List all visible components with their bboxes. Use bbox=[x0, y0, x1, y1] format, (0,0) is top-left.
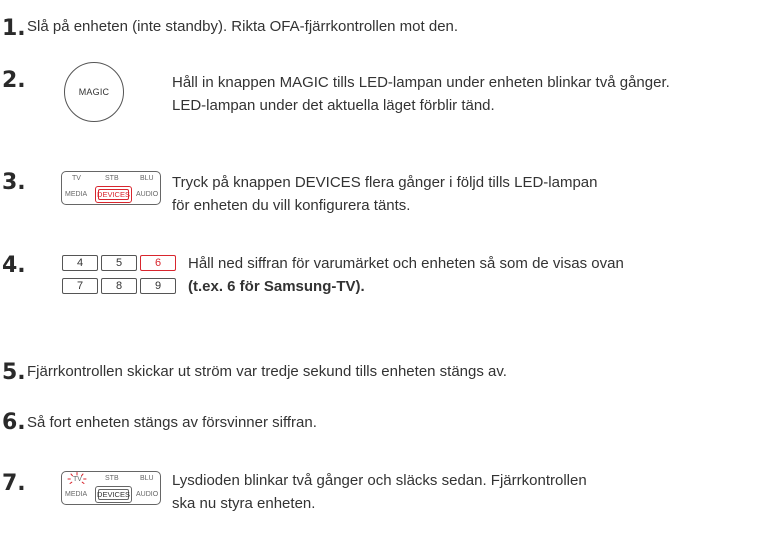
step-3-number: 3. bbox=[2, 170, 26, 195]
step-7-number: 7. bbox=[2, 471, 26, 496]
magic-button: MAGIC bbox=[64, 62, 124, 122]
key-5: 5 bbox=[101, 255, 137, 271]
devices-button: DEVICES bbox=[95, 186, 132, 203]
step-2-text-line-2: LED-lampan under det aktuella läget förb… bbox=[172, 97, 495, 114]
tv-label: TV bbox=[72, 175, 81, 182]
stb-label: STB bbox=[105, 475, 119, 482]
devices-button-inner: DEVICES bbox=[97, 189, 130, 200]
devices-button-label: DEVICES bbox=[97, 490, 130, 499]
key-4: 4 bbox=[62, 255, 98, 271]
step-2-number: 2. bbox=[2, 68, 26, 93]
devices-button-label: DEVICES bbox=[97, 190, 130, 199]
stb-label: STB bbox=[105, 175, 119, 182]
step-6-text: Så fort enheten stängs av försvinner sif… bbox=[27, 414, 317, 431]
audio-label: AUDIO bbox=[136, 191, 159, 198]
device-panel: TV STB BLU MEDIA DEVICES AUDIO bbox=[61, 171, 161, 205]
step-3-text-line-2: för enheten du vill konfigurera tänts. bbox=[172, 197, 411, 214]
step-2-text-line-1: Håll in knappen MAGIC tills LED-lampan u… bbox=[172, 74, 670, 91]
step-7-text-line-1: Lysdioden blinkar två gånger och släcks … bbox=[172, 472, 587, 489]
key-7: 7 bbox=[62, 278, 98, 294]
audio-label: AUDIO bbox=[136, 491, 159, 498]
tv-label: TV bbox=[73, 476, 82, 483]
step-6-number: 6. bbox=[2, 410, 26, 435]
key-8: 8 bbox=[101, 278, 137, 294]
step-4-text-line-2: (t.ex. 6 för Samsung-TV). bbox=[188, 278, 365, 295]
blu-label: BLU bbox=[140, 175, 154, 182]
blu-label: BLU bbox=[140, 475, 154, 482]
key-6: 6 bbox=[140, 255, 176, 271]
step-1-text: Slå på enheten (inte standby). Rikta OFA… bbox=[27, 18, 459, 35]
step-5-text: Fjärrkontrollen skickar ut ström var tre… bbox=[27, 363, 507, 380]
step-1-number: 1. bbox=[2, 16, 26, 41]
step-4-number: 4. bbox=[2, 253, 26, 278]
step-5-number: 5. bbox=[2, 360, 26, 385]
step-3-text-line-1: Tryck på knappen DEVICES flera gånger i … bbox=[172, 174, 598, 191]
step-7-text-line-2: ska nu styra enheten. bbox=[172, 495, 316, 512]
media-label: MEDIA bbox=[65, 491, 88, 498]
magic-button-label: MAGIC bbox=[78, 87, 110, 97]
media-label: MEDIA bbox=[65, 191, 88, 198]
devices-button-inner: DEVICES bbox=[97, 489, 130, 500]
step-4-text-line-1: Håll ned siffran för varumärket och enhe… bbox=[188, 255, 624, 272]
key-9: 9 bbox=[140, 278, 176, 294]
device-panel-blink: TV STB BLU MEDIA DEVICES AUDIO bbox=[61, 471, 161, 505]
devices-button: DEVICES bbox=[95, 486, 132, 503]
